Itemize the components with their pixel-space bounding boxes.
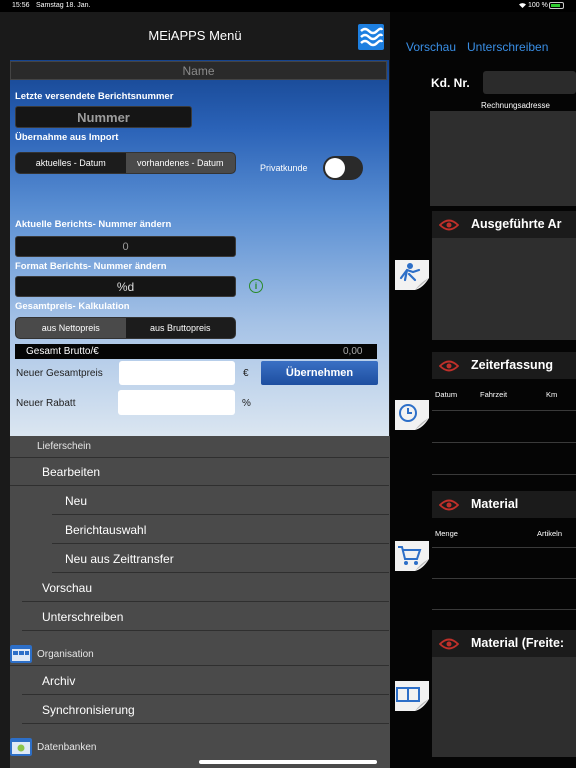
column-km: Km [546,390,558,399]
name-input[interactable]: Name [10,61,387,80]
apply-button[interactable]: Übernehmen [261,361,378,385]
section-header-material: Material [432,491,576,518]
new-total-label: Neuer Gesamtpreis [16,368,103,379]
wave-logo-icon[interactable] [358,24,384,50]
customer-number-input[interactable] [483,71,576,94]
shopping-cart-icon[interactable] [393,539,431,573]
work-person-icon[interactable] [393,258,431,292]
customer-number-label: Kd. Nr. [431,76,470,90]
new-total-input[interactable] [119,361,235,385]
report-number-input[interactable]: Nummer [15,106,192,128]
section-header-material-freitext: Material (Freite: [432,630,576,657]
section-title: Zeiterfassung [471,358,553,372]
last-report-number-label: Letzte versendete Berichtsnummer [15,91,174,102]
battery-icon [549,2,564,9]
status-battery-percent: 100 % [528,2,548,9]
menu-item-label: Unterschreiben [42,610,124,624]
currency-label: € [243,368,249,379]
total-gross-value: 0,00 [343,346,363,357]
menu-item-archiv[interactable]: Archiv [22,667,389,695]
new-discount-input[interactable] [118,390,235,415]
unterschreiben-link[interactable]: Unterschreiben [467,40,548,54]
privatkunde-label: Privatkunde [260,163,308,173]
table-divider [432,442,576,443]
menu-item-label: Neu aus Zeittransfer [65,552,174,566]
menu-item-label: Berichtauswahl [65,523,147,537]
status-date: Samstag 18. Jan. [36,2,91,9]
eye-icon[interactable] [439,219,459,231]
change-number-label: Aktuelle Berichts- Nummer ändern [15,219,172,230]
section-organisation: Organisation [10,644,389,666]
section-label: Datenbanken [37,742,97,753]
section-lieferschein: Lieferschein [10,436,389,458]
column-datum: Datum [435,390,458,399]
status-time: 15:56 [12,2,30,9]
section-label: Organisation [37,649,94,660]
menu-item-berichtauswahl[interactable]: Berichtauswahl [52,516,389,544]
menu-item-synchronisierung[interactable]: Synchronisierung [22,696,389,724]
material-freitext-content[interactable] [432,657,576,757]
menu-item-unterschreiben[interactable]: Unterschreiben [22,603,389,631]
total-gross-label: Gesamt Brutto/€ [26,346,99,357]
open-book-icon[interactable] [393,679,431,713]
section-title: Ausgeführte Ar [471,217,562,231]
menu-item-label: Archiv [42,674,76,688]
eye-icon[interactable] [439,499,459,511]
eye-icon[interactable] [439,638,459,650]
billing-address-field[interactable] [430,111,576,206]
wifi-icon [519,3,526,9]
datenbanken-folder-icon [10,738,32,756]
section-label: Lieferschein [37,441,91,452]
menu-item-neu-aus-zeittransfer[interactable]: Neu aus Zeittransfer [52,545,389,573]
home-indicator [199,760,377,764]
eye-icon[interactable] [439,360,459,372]
vorschau-link[interactable]: Vorschau [406,40,456,54]
table-divider [432,609,576,610]
ausgefuehrte-content[interactable] [432,238,576,340]
status-bar: 15:56 Samstag 18. Jan. 100 % [0,0,576,12]
section-datenbanken: Datenbanken [10,737,389,759]
segment-existing-date[interactable]: vorhandenes - Datum [125,153,235,173]
organisation-folder-icon [10,645,32,663]
column-artikel: Artikeln [537,529,563,538]
clock-icon[interactable] [393,398,431,432]
segment-current-date[interactable]: aktuelles - Datum [16,153,126,173]
table-divider [432,578,576,579]
section-header-ausgefuehrte: Ausgeführte Ar [432,211,576,238]
menu-item-neu[interactable]: Neu [52,487,389,515]
import-date-segmented-control: aktuelles - Datum vorhandenes - Datum [15,152,236,174]
menu-item-label: Synchronisierung [42,703,135,717]
segment-gross-price[interactable]: aus Bruttopreis [126,318,236,338]
toggle-knob [325,158,345,178]
info-icon[interactable]: i [249,279,263,293]
menu-item-label: Neu [65,494,88,508]
column-menge: Menge [435,529,458,538]
report-number-field[interactable]: 0 [15,236,236,257]
price-calc-segmented-control: aus Nettopreis aus Bruttopreis [15,317,236,339]
menu-title: MEiAPPS Menü [148,28,242,43]
section-title: Material (Freite: [471,636,565,650]
new-discount-label: Neuer Rabatt [16,398,76,409]
menu-item-vorschau[interactable]: Vorschau [22,574,389,602]
column-fahrzeit: Fahrzeit [480,390,508,399]
format-field[interactable]: %d [15,276,236,297]
format-label: Format Berichts- Nummer ändern [15,261,167,272]
menu-item-bearbeiten[interactable]: Bearbeiten [10,458,389,486]
percent-label: % [242,398,251,409]
table-divider [432,474,576,475]
table-divider [432,547,576,548]
billing-address-label: Rechnungsadresse [481,101,550,110]
segment-net-price[interactable]: aus Nettopreis [16,318,126,338]
import-label: Übernahme aus Import [15,132,119,143]
menu-item-label: Bearbeiten [42,465,101,479]
section-header-zeiterfassung: Zeiterfassung [432,352,576,379]
menu-item-label: Vorschau [42,581,93,595]
table-divider [432,410,576,411]
calculation-label: Gesamtpreis- Kalkulation [15,301,130,312]
section-title: Material [471,497,519,511]
